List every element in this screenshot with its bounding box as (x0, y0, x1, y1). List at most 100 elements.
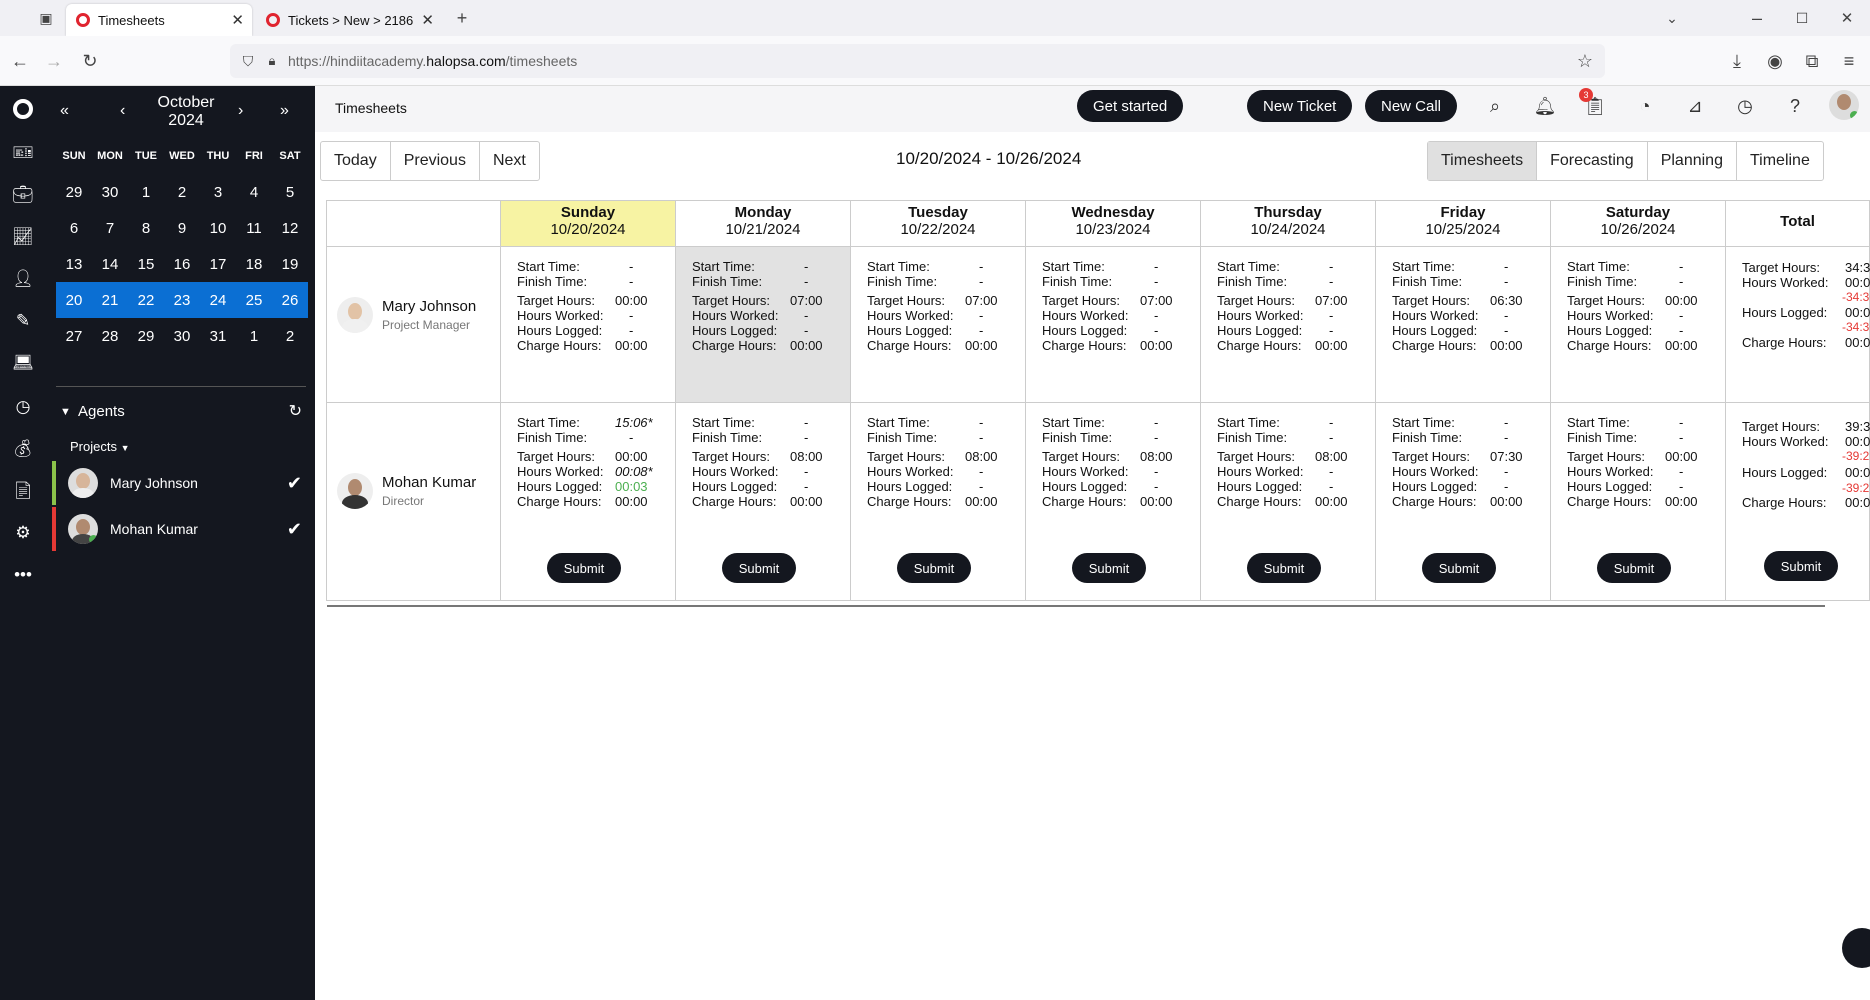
calendar-day[interactable]: 29 (128, 328, 164, 345)
laptop-icon[interactable]: 💻︎ (0, 348, 46, 378)
calendar-day[interactable]: 21 (92, 292, 128, 309)
grid-scrollbar[interactable] (327, 605, 1825, 607)
maximize-icon[interactable]: ☐ (1790, 6, 1814, 30)
tab-timesheets[interactable]: Timesheets (1428, 142, 1538, 180)
avatar[interactable] (1829, 90, 1859, 120)
last-month-button[interactable]: » (280, 102, 289, 120)
first-month-button[interactable]: « (60, 102, 69, 120)
calendar-day[interactable]: 12 (272, 220, 308, 237)
next-button[interactable]: Next (480, 142, 539, 180)
agent-list-item[interactable]: Mary Johnson ✔ (52, 461, 306, 505)
chevron-down-icon[interactable]: ⌄ (1660, 6, 1684, 30)
history-icon[interactable]: ◷ (1733, 94, 1757, 118)
calendar-day[interactable]: 25 (236, 292, 272, 309)
extensions-icon[interactable]: ⧉ (1800, 49, 1824, 73)
lock-icon[interactable]: 🔒︎ (262, 51, 282, 71)
more-icon[interactable]: ••• (0, 560, 46, 590)
window-close-icon[interactable]: ✕ (1835, 6, 1859, 30)
agents-title[interactable]: Agents (78, 403, 125, 420)
shield-icon[interactable]: ⛉ (238, 51, 258, 71)
money-bag-icon[interactable]: 💰︎ (0, 434, 46, 464)
calendar-day[interactable]: 27 (56, 328, 92, 345)
calendar-day[interactable]: 22 (128, 292, 164, 309)
month-year-label[interactable]: October 2024 (146, 94, 226, 130)
projects-filter[interactable]: Projects ▼ (70, 439, 130, 454)
calendar-day[interactable]: 1 (128, 184, 164, 201)
close-icon[interactable]: ✕ (421, 11, 434, 29)
calendar-day[interactable]: 15 (128, 256, 164, 273)
tab-overview-icon[interactable]: ▣ (36, 8, 56, 28)
calendar-day[interactable]: 2 (272, 328, 308, 345)
document-icon[interactable]: 📄︎ (0, 476, 46, 506)
account-icon[interactable]: ◉ (1763, 49, 1787, 73)
submit-button[interactable]: Submit (1072, 553, 1146, 583)
submit-button[interactable]: Submit (547, 553, 621, 583)
submit-button[interactable]: Submit (1764, 551, 1838, 581)
previous-button[interactable]: Previous (391, 142, 480, 180)
calendar-day[interactable]: 24 (200, 292, 236, 309)
tab-timeline[interactable]: Timeline (1737, 142, 1823, 180)
submit-button[interactable]: Submit (1597, 553, 1671, 583)
calendar-day[interactable]: 4 (236, 184, 272, 201)
check-icon[interactable]: ✔ (287, 519, 302, 540)
calendar-day[interactable]: 29 (56, 184, 92, 201)
calendar-day[interactable]: 28 (92, 328, 128, 345)
check-icon[interactable]: ✔ (287, 473, 302, 494)
help-icon[interactable]: ? (1783, 94, 1807, 118)
dashboard-icon[interactable]: ◔ (1633, 94, 1657, 118)
forward-icon[interactable]: → (42, 49, 66, 73)
chat-launcher-button[interactable] (1842, 928, 1870, 968)
calendar-day[interactable]: 26 (272, 292, 308, 309)
url-field[interactable]: ⛉ 🔒︎ https://hindiitacademy. halopsa.com /… (230, 44, 1605, 78)
agent-list-item[interactable]: Mohan Kumar ✔ (52, 507, 306, 551)
settings-icon[interactable]: ⚙ (0, 518, 46, 548)
clock-icon[interactable]: ◷ (0, 392, 46, 422)
tab-planning[interactable]: Planning (1648, 142, 1737, 180)
bookmark-star-icon[interactable]: ☆ (1575, 51, 1595, 71)
today-button[interactable]: Today (321, 142, 391, 180)
download-icon[interactable]: ⤓ (1725, 49, 1749, 73)
submit-button[interactable]: Submit (1247, 553, 1321, 583)
menu-icon[interactable]: ≡ (1837, 49, 1861, 73)
rss-icon[interactable]: ⊿ (1683, 94, 1707, 118)
ticket-icon[interactable]: 🎫︎ (0, 138, 46, 168)
refresh-icon[interactable]: ↻ (289, 401, 302, 421)
reload-icon[interactable]: ↻ (78, 49, 102, 73)
edit-icon[interactable]: ✎ (0, 306, 46, 336)
bell-icon[interactable]: 🔔︎ (1533, 94, 1557, 118)
calendar-day[interactable]: 8 (128, 220, 164, 237)
new-ticket-button[interactable]: New Ticket (1247, 90, 1353, 122)
user-icon[interactable]: 👤︎ (0, 264, 46, 294)
calendar-day[interactable]: 6 (56, 220, 92, 237)
calendar-day[interactable]: 30 (164, 328, 200, 345)
browser-tab-tickets[interactable]: Tickets > New > 2186 ✕ (256, 4, 442, 36)
new-tab-icon[interactable]: + (450, 6, 474, 30)
get-started-button[interactable]: Get started (1077, 90, 1184, 122)
calendar-day[interactable]: 18 (236, 256, 272, 273)
submit-button[interactable]: Submit (722, 553, 796, 583)
calendar-day[interactable]: 19 (272, 256, 308, 273)
calendar-day[interactable]: 1 (236, 328, 272, 345)
calendar-day[interactable]: 14 (92, 256, 128, 273)
calendar-day[interactable]: 17 (200, 256, 236, 273)
new-call-button[interactable]: New Call (1365, 90, 1458, 122)
close-icon[interactable]: ✕ (231, 11, 244, 29)
calendar-day[interactable]: 13 (56, 256, 92, 273)
minimize-icon[interactable]: – (1745, 6, 1769, 30)
briefcase-icon[interactable]: 💼︎ (0, 180, 46, 210)
caret-down-icon[interactable]: ▼ (60, 406, 71, 418)
calendar-day[interactable]: 7 (92, 220, 128, 237)
calendar-day[interactable]: 10 (200, 220, 236, 237)
next-month-button[interactable]: › (238, 102, 243, 120)
calendar-day[interactable]: 9 (164, 220, 200, 237)
home-icon[interactable] (0, 94, 46, 124)
calendar-day[interactable]: 16 (164, 256, 200, 273)
submit-button[interactable]: Submit (1422, 553, 1496, 583)
calendar-day[interactable]: 11 (236, 220, 272, 237)
submit-button[interactable]: Submit (897, 553, 971, 583)
back-icon[interactable]: ← (8, 49, 32, 73)
calendar-day[interactable]: 5 (272, 184, 308, 201)
browser-tab-timesheets[interactable]: Timesheets ✕ (66, 4, 252, 36)
clipboard-icon[interactable]: 📋︎ 3 (1579, 88, 1607, 118)
calendar-day[interactable]: 20 (56, 292, 92, 309)
